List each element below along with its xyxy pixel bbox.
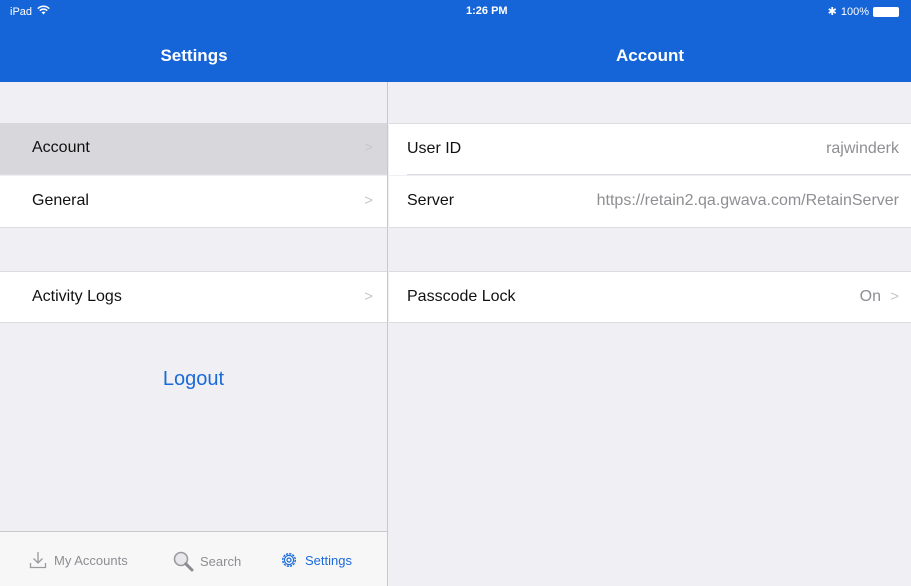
status-bar: iPad 1:26 PM ✱ 100% xyxy=(0,0,911,22)
row-label: Account xyxy=(32,139,90,156)
status-left: iPad xyxy=(10,5,50,18)
chevron-right-icon: > xyxy=(364,192,373,209)
detail-title: Account xyxy=(616,46,684,65)
master-title: Settings xyxy=(160,46,228,65)
battery-percent: 100% xyxy=(840,5,869,18)
download-icon xyxy=(28,550,48,570)
tab-bar: My Accounts Search Settings xyxy=(0,531,387,586)
chevron-right-icon: > xyxy=(890,288,899,305)
server-row: Server https://retain2.qa.gwava.com/Reta… xyxy=(389,176,911,228)
server-label: Server xyxy=(407,192,455,209)
tab-search[interactable]: Search xyxy=(172,550,241,572)
tab-label: Settings xyxy=(305,552,352,568)
passcode-lock-value: On xyxy=(859,288,881,305)
row-label: General xyxy=(32,192,89,209)
user-id-label: User ID xyxy=(407,140,462,157)
status-time: 1:26 PM xyxy=(466,5,508,17)
server-value: https://retain2.qa.gwava.com/RetainServe… xyxy=(596,192,899,209)
passcode-lock-label: Passcode Lock xyxy=(407,288,516,305)
user-id-value: rajwinderk xyxy=(826,140,899,157)
tab-my-accounts[interactable]: My Accounts xyxy=(28,550,128,570)
gear-icon xyxy=(279,550,299,570)
settings-master-pane: Account > General > Activity Logs > Logo… xyxy=(0,82,388,586)
logout-button[interactable]: Logout xyxy=(0,368,387,391)
settings-row-activity-logs[interactable]: Activity Logs > xyxy=(0,271,387,323)
row-label: Activity Logs xyxy=(32,288,122,305)
tab-settings[interactable]: Settings xyxy=(279,550,352,570)
chevron-right-icon: > xyxy=(364,139,373,156)
settings-row-account[interactable]: Account > xyxy=(0,123,387,175)
status-right: ✱ 100% xyxy=(828,5,899,18)
wifi-icon xyxy=(37,5,50,18)
tab-label: My Accounts xyxy=(54,552,128,568)
chevron-right-icon: > xyxy=(364,288,373,305)
magnifier-icon xyxy=(172,550,194,572)
user-id-row: User ID rajwinderk xyxy=(389,123,911,175)
passcode-lock-row[interactable]: Passcode Lock On > xyxy=(389,271,911,323)
account-detail-pane: User ID rajwinderk Server https://retain… xyxy=(389,82,911,586)
battery-icon xyxy=(873,6,899,17)
navigation-header: iPad 1:26 PM ✱ 100% Settings Account xyxy=(0,0,911,82)
settings-row-general[interactable]: General > xyxy=(0,176,387,228)
tab-label: Search xyxy=(200,553,242,569)
bluetooth-icon: ✱ xyxy=(827,6,837,18)
device-label: iPad xyxy=(10,5,33,18)
